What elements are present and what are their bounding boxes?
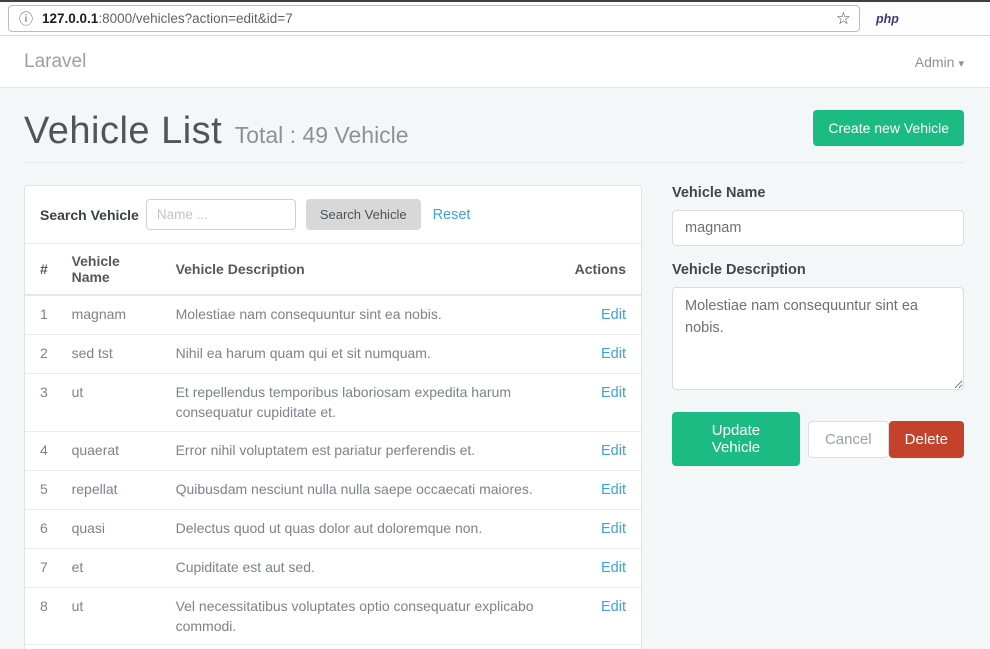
form-actions: Update Vehicle Cancel Delete: [672, 412, 964, 466]
delete-button[interactable]: Delete: [889, 421, 964, 458]
header-description: Vehicle Description: [168, 244, 567, 296]
edit-link[interactable]: Edit: [601, 385, 626, 401]
row-number: 3: [25, 374, 64, 432]
create-vehicle-button[interactable]: Create new Vehicle: [813, 110, 964, 146]
page-title: Vehicle List: [24, 110, 222, 152]
columns: Search Vehicle Search Vehicle Reset # Ve…: [24, 185, 964, 649]
search-button[interactable]: Search Vehicle: [306, 199, 421, 230]
edit-link[interactable]: Edit: [601, 346, 626, 362]
vehicle-table: # Vehicle Name Vehicle Description Actio…: [25, 243, 641, 649]
row-vehicle-name: sed tst: [64, 335, 168, 374]
vehicle-list-panel: Search Vehicle Search Vehicle Reset # Ve…: [24, 185, 642, 649]
row-number: 4: [25, 431, 64, 470]
row-number: 8: [25, 587, 64, 645]
page-header: Vehicle List Total : 49 Vehicle Create n…: [24, 108, 964, 150]
reset-link[interactable]: Reset: [433, 207, 471, 223]
header-name: Vehicle Name: [64, 244, 168, 296]
row-vehicle-name: voluptates: [64, 645, 168, 649]
address-bar[interactable]: ⓘ 127.0.0.1:8000/vehicles?action=edit&id…: [8, 5, 860, 32]
name-field-group: Vehicle Name: [672, 185, 964, 246]
row-vehicle-description: Quaerat maxime qui dolore.: [168, 645, 567, 649]
page-info-icon[interactable]: ⓘ: [19, 12, 33, 26]
header-number: #: [25, 244, 64, 296]
table-row: 5 repellat Quibusdam nesciunt nulla null…: [25, 470, 641, 509]
row-vehicle-name: repellat: [64, 470, 168, 509]
bookmark-php[interactable]: php: [876, 12, 899, 26]
description-field-group: Vehicle Description Molestiae nam conseq…: [672, 262, 964, 395]
url-text[interactable]: 127.0.0.1:8000/vehicles?action=edit&id=7: [42, 11, 836, 26]
row-number: 1: [25, 295, 64, 335]
header-actions: Actions: [567, 244, 641, 296]
edit-link[interactable]: Edit: [601, 307, 626, 323]
row-vehicle-name: ut: [64, 587, 168, 645]
row-vehicle-name: magnam: [64, 295, 168, 335]
browser-window: ⓘ 127.0.0.1:8000/vehicles?action=edit&id…: [0, 0, 990, 649]
row-vehicle-description: Quibusdam nesciunt nulla nulla saepe occ…: [168, 470, 567, 509]
row-vehicle-description: Error nihil voluptatem est pariatur perf…: [168, 431, 567, 470]
page-subtitle: Total : 49 Vehicle: [235, 122, 409, 148]
caret-down-icon: ▾: [958, 58, 964, 70]
table-row: 9 voluptates Quaerat maxime qui dolore. …: [25, 645, 641, 649]
search-input[interactable]: [146, 199, 296, 230]
brand-link[interactable]: Laravel: [24, 51, 86, 73]
row-vehicle-description: Et repellendus temporibus laboriosam exp…: [168, 374, 567, 432]
user-menu-label: Admin: [915, 54, 955, 70]
vehicle-name-input[interactable]: [672, 210, 964, 246]
edit-link[interactable]: Edit: [601, 521, 626, 537]
table-row: 1 magnam Molestiae nam consequuntur sint…: [25, 295, 641, 335]
edit-link[interactable]: Edit: [601, 560, 626, 576]
app-navbar: Laravel Admin▾: [0, 36, 990, 88]
vehicle-description-textarea[interactable]: Molestiae nam consequuntur sint ea nobis…: [672, 287, 964, 390]
table-row: 2 sed tst Nihil ea harum quam qui et sit…: [25, 335, 641, 374]
user-menu-dropdown[interactable]: Admin▾: [915, 54, 964, 70]
update-vehicle-button[interactable]: Update Vehicle: [672, 412, 800, 466]
row-vehicle-description: Vel necessitatibus voluptates optio cons…: [168, 587, 567, 645]
page-content: Vehicle List Total : 49 Vehicle Create n…: [0, 88, 990, 649]
edit-link[interactable]: Edit: [601, 599, 626, 615]
row-number: 9: [25, 645, 64, 649]
edit-link[interactable]: Edit: [601, 443, 626, 459]
table-row: 6 quasi Delectus quod ut quas dolor aut …: [25, 509, 641, 548]
bookmark-star-icon[interactable]: ☆: [836, 10, 851, 27]
browser-chrome: ⓘ 127.0.0.1:8000/vehicles?action=edit&id…: [0, 0, 990, 36]
row-vehicle-name: et: [64, 548, 168, 587]
search-form: Search Vehicle Search Vehicle Reset: [25, 186, 641, 243]
vehicle-description-label: Vehicle Description: [672, 262, 964, 278]
vehicle-name-label: Vehicle Name: [672, 185, 964, 201]
vehicle-table-body: 1 magnam Molestiae nam consequuntur sint…: [25, 295, 641, 649]
table-row: 7 et Cupiditate est aut sed. Edit: [25, 548, 641, 587]
url-host: 127.0.0.1: [42, 11, 98, 26]
header-divider: [24, 162, 964, 163]
edit-link[interactable]: Edit: [601, 482, 626, 498]
url-path: :8000/vehicles?action=edit&id=7: [98, 11, 292, 26]
table-row: 8 ut Vel necessitatibus voluptates optio…: [25, 587, 641, 645]
row-vehicle-name: quasi: [64, 509, 168, 548]
table-header-row: # Vehicle Name Vehicle Description Actio…: [25, 244, 641, 296]
row-vehicle-name: ut: [64, 374, 168, 432]
row-vehicle-description: Molestiae nam consequuntur sint ea nobis…: [168, 295, 567, 335]
row-vehicle-name: quaerat: [64, 431, 168, 470]
title-block: Vehicle List Total : 49 Vehicle: [24, 108, 409, 150]
row-vehicle-description: Cupiditate est aut sed.: [168, 548, 567, 587]
edit-vehicle-form: Vehicle Name Vehicle Description Molesti…: [672, 185, 964, 466]
row-number: 6: [25, 509, 64, 548]
cancel-button[interactable]: Cancel: [808, 421, 889, 458]
row-number: 2: [25, 335, 64, 374]
table-row: 4 quaerat Error nihil voluptatem est par…: [25, 431, 641, 470]
row-number: 7: [25, 548, 64, 587]
search-label: Search Vehicle: [40, 207, 139, 223]
table-row: 3 ut Et repellendus temporibus laboriosa…: [25, 374, 641, 432]
row-number: 5: [25, 470, 64, 509]
row-vehicle-description: Delectus quod ut quas dolor aut doloremq…: [168, 509, 567, 548]
row-vehicle-description: Nihil ea harum quam qui et sit numquam.: [168, 335, 567, 374]
